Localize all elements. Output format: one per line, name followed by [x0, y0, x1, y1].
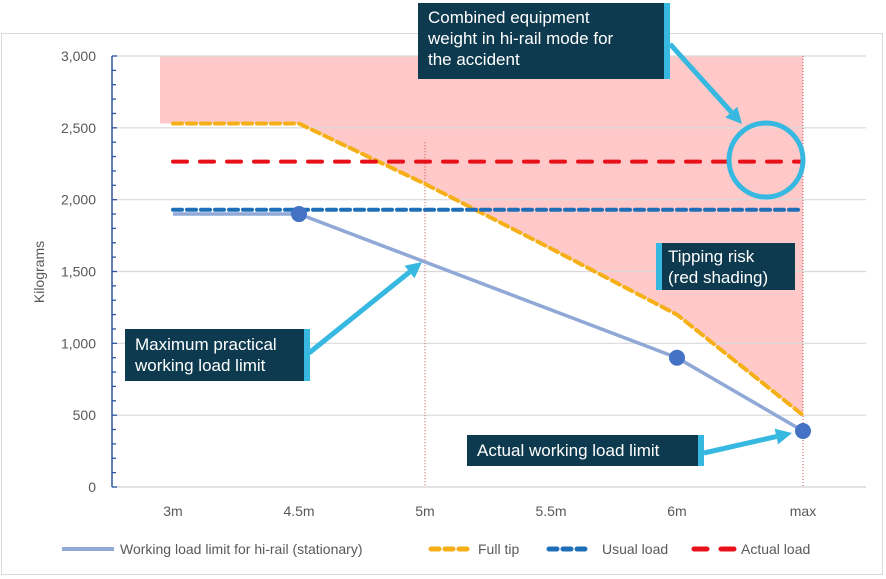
y-tick-label: 0 [88, 479, 96, 495]
y-tick-labels: 0 500 1,000 1,500 2,000 2,500 3,000 [61, 48, 96, 495]
arrow-shaft [703, 434, 777, 456]
y-tick-label: 3,000 [61, 48, 96, 64]
callout-tipping-line-1: Tipping risk [668, 247, 755, 266]
y-tick-label: 500 [73, 407, 97, 423]
legend-label: Working load limit for hi-rail (stationa… [120, 541, 362, 557]
callout-combined-weight: Combined equipment weight in hi-rail mod… [418, 3, 670, 79]
data-point-marker [795, 422, 811, 439]
legend-item: Full tip [428, 541, 519, 557]
x-tick-label: 6m [667, 503, 686, 519]
legend: Working load limit for hi-rail (stationa… [62, 541, 810, 557]
y-axis-label: Kilograms [31, 241, 47, 303]
callout-combined-line-3: the accident [428, 50, 520, 69]
callout-accent-bar [664, 3, 670, 79]
data-point-marker [669, 349, 685, 366]
legend-item: Working load limit for hi-rail (stationa… [62, 541, 362, 557]
callout-actual-wll-text: Actual working load limit [477, 441, 660, 460]
x-tick-label: 4.5m [283, 503, 314, 519]
y-tick-label: 1,000 [61, 335, 96, 351]
x-tick-label: 5m [415, 503, 434, 519]
legend-label: Full tip [478, 541, 519, 557]
arrow-to-max-practical [307, 262, 422, 355]
arrow-head [774, 428, 792, 445]
x-tick-labels: 3m 4.5m 5m 5.5m 6m max [163, 503, 816, 519]
y-tick-label: 2,000 [61, 192, 96, 208]
x-tick-label: 3m [163, 503, 182, 519]
legend-label: Actual load [741, 541, 810, 557]
callout-accent-bar [698, 435, 704, 466]
callout-tipping-line-2: (red shading) [668, 268, 769, 287]
arrow-shaft [307, 270, 412, 355]
x-tick-label: 5.5m [535, 503, 566, 519]
y-tick-label: 1,500 [61, 264, 96, 280]
arrow-to-actual-wll [703, 428, 792, 456]
callout-actual-wll: Actual working load limit [467, 435, 704, 466]
callout-combined-line-1: Combined equipment [428, 8, 590, 27]
legend-item: Actual load [691, 541, 810, 557]
callout-accent-bar [304, 329, 310, 381]
legend-item: Usual load [546, 541, 668, 557]
x-tick-label: max [790, 503, 816, 519]
callout-max-practical-line-2: working load limit [135, 356, 266, 375]
callout-max-practical: Maximum practical working load limit [125, 329, 310, 381]
callout-accent-bar [656, 243, 662, 290]
callout-max-practical-line-1: Maximum practical [135, 335, 277, 354]
legend-label: Usual load [602, 541, 668, 557]
y-axis [111, 55, 117, 488]
data-point-marker [291, 206, 307, 223]
y-tick-label: 2,500 [61, 120, 96, 136]
callout-combined-line-2: weight in hi-rail mode for [428, 29, 614, 48]
callout-tipping-risk: Tipping risk (red shading) [656, 243, 795, 290]
